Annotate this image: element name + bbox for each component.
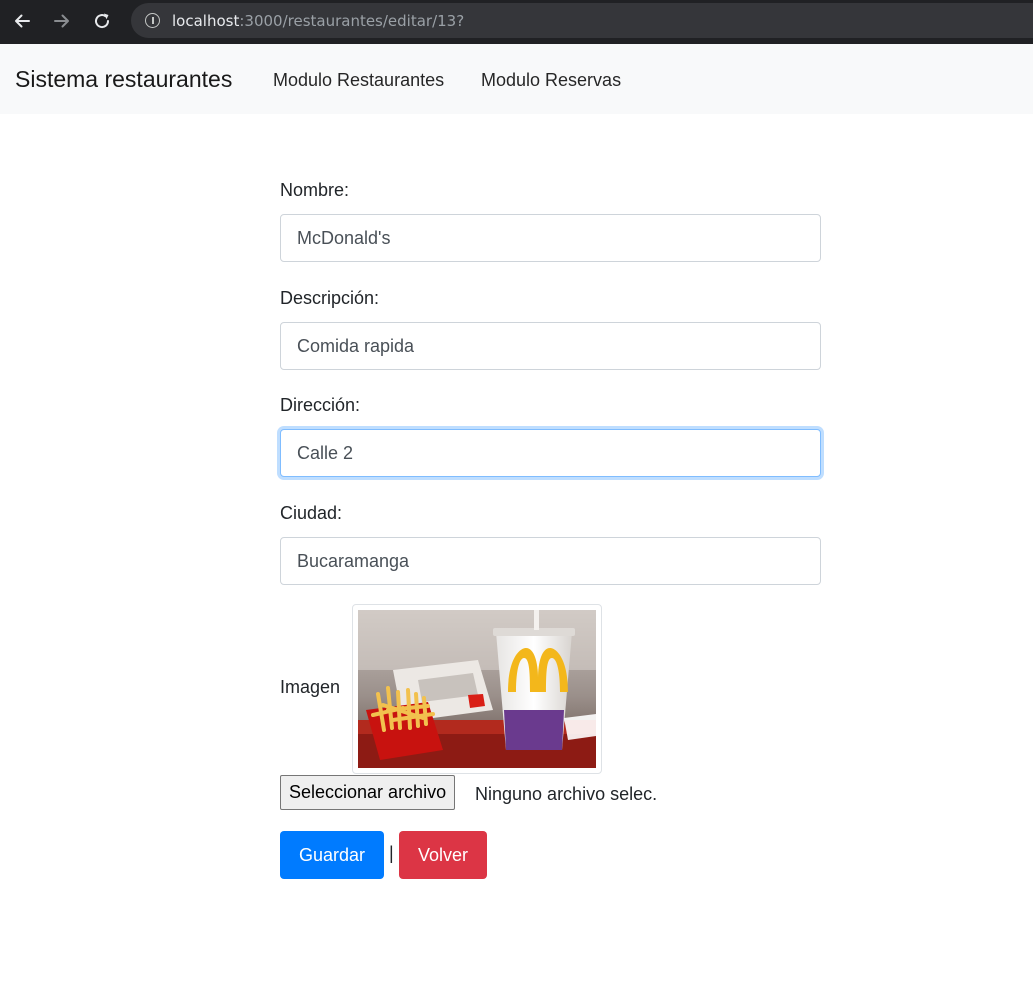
nombre-input[interactable] <box>280 214 821 262</box>
ciudad-label: Ciudad: <box>280 503 343 523</box>
back-link-button[interactable]: Volver <box>399 831 487 879</box>
url-path: :3000/restaurantes/editar/13? <box>239 11 465 30</box>
site-info-icon[interactable] <box>145 13 160 28</box>
descripcion-input[interactable] <box>280 322 821 370</box>
navbar-brand[interactable]: Sistema restaurantes <box>15 66 232 93</box>
ciudad-input[interactable] <box>280 537 821 585</box>
nombre-label: Nombre: <box>280 180 350 200</box>
restaurant-image-thumbnail <box>352 604 602 774</box>
restaurant-photo <box>358 610 596 768</box>
reload-icon <box>95 13 110 29</box>
address-bar[interactable]: localhost:3000/restaurantes/editar/13? <box>131 3 1033 38</box>
arrow-right-icon <box>54 14 69 28</box>
url-host: localhost <box>172 11 240 30</box>
forward-button[interactable] <box>47 6 77 36</box>
nav-link-reservas[interactable]: Modulo Reservas <box>481 70 621 91</box>
direccion-input[interactable] <box>280 429 821 477</box>
nav-link-restaurantes[interactable]: Modulo Restaurantes <box>273 70 444 91</box>
browser-toolbar: localhost:3000/restaurantes/editar/13? <box>0 0 1033 44</box>
imagen-label: Imagen <box>280 677 341 697</box>
arrow-left-icon <box>15 14 30 28</box>
descripcion-label: Descripción: <box>280 288 380 308</box>
file-status-text: Ninguno archivo selec. <box>475 784 658 804</box>
direccion-label: Dirección: <box>280 395 361 415</box>
reload-button[interactable] <box>87 6 117 36</box>
button-separator: | <box>389 843 394 863</box>
save-button[interactable]: Guardar <box>280 831 384 879</box>
select-file-button[interactable]: Seleccionar archivo <box>280 775 456 810</box>
back-button[interactable] <box>7 6 37 36</box>
navbar: Sistema restaurantes Modulo Restaurantes… <box>0 44 1033 114</box>
